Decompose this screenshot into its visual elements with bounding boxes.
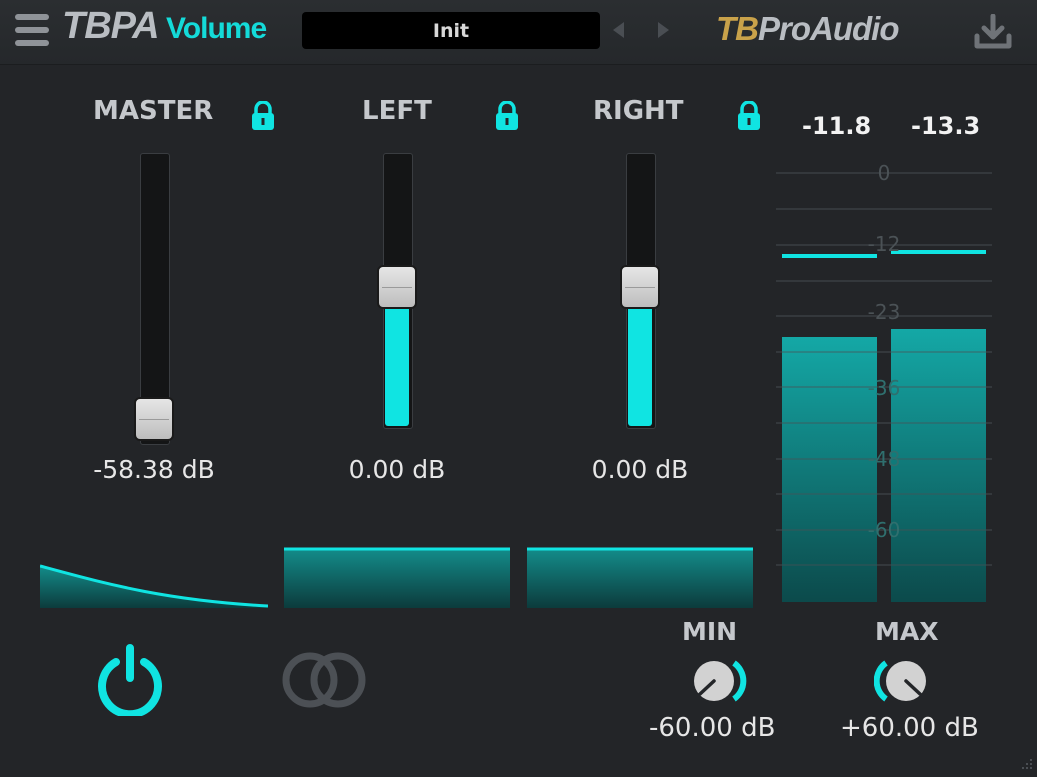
left-curve-display <box>284 547 510 608</box>
max-value: +60.00 dB <box>840 713 979 743</box>
right-curve-display <box>527 547 753 608</box>
peak-hold-left <box>782 254 877 258</box>
right-label: RIGHT <box>593 96 684 126</box>
hamburger-menu-icon[interactable] <box>15 14 49 46</box>
scale-60: -60 <box>868 518 901 542</box>
brand-logo-tb: TB <box>716 10 759 47</box>
app-title-product: Volume <box>166 12 267 45</box>
power-icon[interactable] <box>94 644 166 716</box>
level-meter: 0 -12 -23 -36 -48 -60 <box>776 161 992 602</box>
right-db-value: 0.00 dB <box>591 455 689 484</box>
master-lock-icon[interactable] <box>251 101 275 131</box>
meter-bar-right <box>891 329 986 602</box>
max-label: MAX <box>875 617 939 646</box>
peak-left-value: -11.8 <box>802 112 872 140</box>
download-icon[interactable] <box>974 14 1012 50</box>
meter-bar-left <box>782 337 877 602</box>
right-fader-fill <box>628 290 652 426</box>
left-lock-icon[interactable] <box>495 101 519 131</box>
min-knob[interactable] <box>688 651 748 711</box>
peak-hold-right <box>891 250 986 254</box>
left-label: LEFT <box>362 96 432 126</box>
stereo-link-icon[interactable] <box>280 650 370 710</box>
scale-23: -23 <box>868 300 901 324</box>
brand-logo: TBProAudio <box>716 10 899 48</box>
scale-48: -48 <box>868 447 901 471</box>
brand-logo-rest: ProAudio <box>758 10 899 47</box>
master-db-value: -58.38 dB <box>93 455 215 484</box>
scale-0: 0 <box>878 161 891 185</box>
peak-right-value: -13.3 <box>911 112 981 140</box>
preset-name-display[interactable]: Init <box>302 12 600 49</box>
app-title-brand: TBPA <box>62 5 160 47</box>
left-fader-thumb[interactable] <box>377 265 417 309</box>
left-fader-fill <box>385 290 409 426</box>
resize-grip-icon[interactable] <box>1018 757 1034 773</box>
master-curve-display <box>40 564 268 608</box>
max-knob[interactable] <box>874 651 934 711</box>
scale-36: -36 <box>868 376 901 400</box>
right-lock-icon[interactable] <box>737 101 761 131</box>
master-fader-thumb[interactable] <box>134 397 174 441</box>
chevron-right-icon[interactable] <box>658 22 669 38</box>
left-db-value: 0.00 dB <box>348 455 446 484</box>
min-value: -60.00 dB <box>649 713 776 743</box>
min-label: MIN <box>682 617 738 646</box>
master-label: MASTER <box>93 96 214 126</box>
chevron-left-icon[interactable] <box>613 22 624 38</box>
right-fader-thumb[interactable] <box>620 265 660 309</box>
scale-12: -12 <box>868 232 901 256</box>
